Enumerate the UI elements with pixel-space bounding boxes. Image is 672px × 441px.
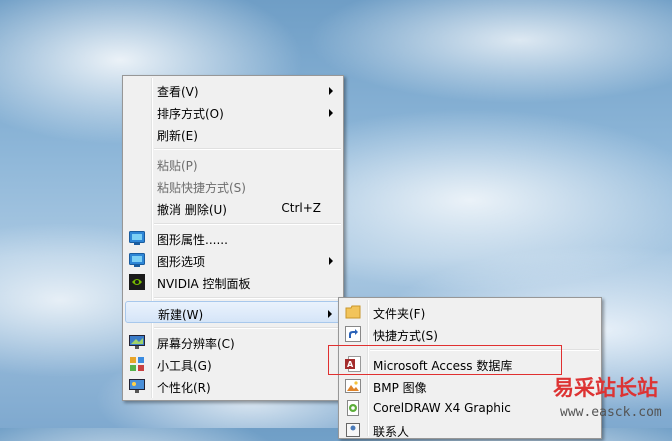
- watermark-url: www.easck.com: [560, 405, 662, 420]
- personalize-icon: [129, 378, 145, 394]
- menu-item-label: 粘贴(P): [157, 159, 198, 173]
- menu-item-shortcut: Ctrl+Z: [281, 201, 321, 215]
- submenu-arrow-icon: [329, 257, 333, 265]
- coreldraw-icon: [345, 400, 361, 416]
- contact-icon: [345, 422, 361, 438]
- folder-icon: [345, 304, 361, 320]
- menu-item-undo-delete[interactable]: 撤消 删除(U) Ctrl+Z: [125, 197, 341, 219]
- submenu-arrow-icon: [329, 109, 333, 117]
- menu-item-label: 小工具(G): [157, 359, 212, 373]
- menu-separator: [154, 148, 341, 150]
- submenu-item-label: 文件夹(F): [373, 307, 426, 321]
- desktop-context-menu: 查看(V) 排序方式(O) 刷新(E) 粘贴(P) 粘贴快捷方式(S) 撤消 删…: [122, 75, 344, 401]
- menu-item-label: 图形选项: [157, 255, 206, 269]
- submenu-item-shortcut[interactable]: 快捷方式(S): [341, 323, 599, 345]
- menu-item-label: 个性化(R): [157, 381, 211, 395]
- menu-item-graphics-options[interactable]: 图形选项: [125, 249, 341, 271]
- menu-item-screen-resolution[interactable]: 屏幕分辨率(C): [125, 331, 341, 353]
- menu-item-paste[interactable]: 粘贴(P): [125, 153, 341, 175]
- menu-item-graphics-properties[interactable]: 图形属性......: [125, 227, 341, 249]
- menu-separator: [154, 327, 341, 329]
- menu-item-new[interactable]: 新建(W): [125, 301, 341, 323]
- menu-item-label: 刷新(E): [157, 129, 198, 143]
- menu-item-label: 排序方式(O): [157, 107, 224, 121]
- menu-item-gadgets[interactable]: 小工具(G): [125, 353, 341, 375]
- highlight-box: [328, 345, 562, 375]
- nvidia-icon: [129, 274, 145, 290]
- menu-item-personalize[interactable]: 个性化(R): [125, 375, 341, 397]
- submenu-item-label: BMP 图像: [373, 381, 427, 395]
- menu-separator: [154, 297, 341, 299]
- submenu-item-label: CorelDRAW X4 Graphic: [373, 401, 511, 415]
- monitor-icon: [129, 334, 145, 350]
- menu-item-nvidia-control-panel[interactable]: NVIDIA 控制面板: [125, 271, 341, 293]
- submenu-item-label: 快捷方式(S): [373, 329, 438, 343]
- menu-item-refresh[interactable]: 刷新(E): [125, 123, 341, 145]
- menu-item-label: 粘贴快捷方式(S): [157, 181, 246, 195]
- submenu-item-label: 联系人: [373, 425, 410, 439]
- submenu-item-contact[interactable]: 联系人: [341, 419, 599, 441]
- intel-graphics-icon: [129, 252, 145, 268]
- menu-item-view[interactable]: 查看(V): [125, 79, 341, 101]
- menu-item-sort[interactable]: 排序方式(O): [125, 101, 341, 123]
- submenu-arrow-icon: [329, 87, 333, 95]
- submenu-item-folder[interactable]: 文件夹(F): [341, 301, 599, 323]
- submenu-arrow-icon: [328, 310, 332, 318]
- menu-item-label: 屏幕分辨率(C): [157, 337, 235, 351]
- menu-item-label: 撤消 删除(U): [157, 203, 227, 217]
- menu-item-label: 查看(V): [157, 85, 199, 99]
- intel-graphics-icon: [129, 230, 145, 246]
- menu-separator: [154, 223, 341, 225]
- bmp-image-icon: [345, 378, 361, 394]
- menu-item-label: 图形属性......: [157, 233, 228, 247]
- shortcut-icon: [345, 326, 361, 342]
- gadgets-icon: [129, 356, 145, 372]
- menu-item-label: NVIDIA 控制面板: [157, 277, 251, 291]
- menu-item-label: 新建(W): [158, 308, 204, 322]
- watermark-title: 易采站长站: [553, 375, 658, 400]
- menu-item-paste-shortcut[interactable]: 粘贴快捷方式(S): [125, 175, 341, 197]
